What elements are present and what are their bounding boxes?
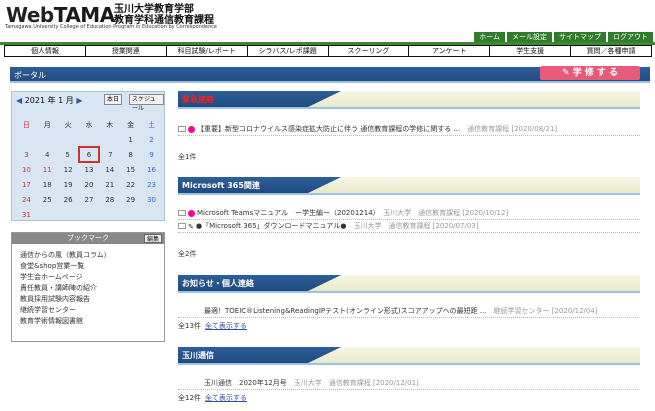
calendar-day[interactable]: 18: [37, 177, 58, 192]
section-tamagawa-tsushin: 玉川通信 玉川通信 2020年12月号 玉川大学 通信教育課程 [2020/12…: [178, 347, 640, 402]
section-count: 全13件 全て表示する: [178, 322, 247, 330]
bookmark-panel: ブックマーク 編集 通信からの風（教員コラム） 食堂&shop営業一覧 学生会ホ…: [11, 232, 165, 342]
calendar-day[interactable]: 25: [37, 192, 58, 207]
bookmark-item[interactable]: 学生会ホームページ: [20, 272, 111, 283]
calendar-day[interactable]: 9: [141, 147, 162, 162]
calendar-day-today[interactable]: 6: [77, 146, 101, 163]
bookmark-list: 通信からの風（教員コラム） 食堂&shop営業一覧 学生会ホームページ 責任教員…: [20, 250, 111, 327]
today-button[interactable]: 本日: [104, 94, 123, 105]
list-item[interactable]: Microsoft Teamsマニュアル ー学生編ー（20201214） 玉川大…: [178, 208, 640, 220]
menu-student-support[interactable]: 学生支援: [490, 46, 572, 56]
calendar-day[interactable]: 3: [16, 147, 37, 162]
gakushu-button[interactable]: ✎ 学 修 す る: [540, 66, 640, 80]
university-name: 玉川大学教育学部 教育学科通信教育課程: [114, 4, 214, 26]
section-title: Microsoft 365関連: [182, 181, 260, 190]
calendar-day[interactable]: 21: [99, 177, 120, 192]
calendar-day[interactable]: 12: [58, 162, 79, 177]
alert-icon: [188, 209, 195, 217]
menu-survey[interactable]: アンケート: [409, 46, 491, 56]
calendar-day[interactable]: 11: [37, 162, 58, 177]
calendar-day[interactable]: 15: [120, 162, 141, 177]
menu-exams-reports[interactable]: 科目試験/レポート: [166, 46, 248, 56]
bookmark-item[interactable]: 教育学術情報図書館: [20, 316, 111, 327]
calendar-day[interactable]: 7: [99, 147, 120, 162]
section-count: 全12件 全て表示する: [178, 394, 247, 402]
bookmark-item[interactable]: 責任教員・講師陣の紹介: [20, 283, 111, 294]
section-title: お知らせ・個人連絡: [182, 279, 254, 288]
menu-questions[interactable]: 質問／各種申請: [571, 46, 651, 56]
calendar-day[interactable]: 24: [16, 192, 37, 207]
section-title: 緊急連絡: [182, 95, 214, 104]
show-all-link[interactable]: 全て表示する: [205, 394, 247, 402]
calendar-day[interactable]: 31: [16, 207, 37, 222]
calendar-day[interactable]: 27: [79, 192, 100, 207]
bookmark-item[interactable]: 食堂&shop営業一覧: [20, 261, 111, 272]
section-title: 玉川通信: [182, 351, 214, 360]
calendar-day[interactable]: 4: [37, 147, 58, 162]
calendar-day[interactable]: 19: [58, 177, 79, 192]
menu-personal-info[interactable]: 個人情報: [5, 46, 86, 56]
envelope-icon: [178, 210, 186, 216]
alert-icon: [188, 125, 195, 133]
calendar-day[interactable]: 10: [16, 162, 37, 177]
list-item[interactable]: 最適！TOEIC®Listening&ReadingIPテスト(オンライン形式)…: [178, 306, 640, 318]
bookmark-item[interactable]: 教員採用試験内容報告: [20, 294, 111, 305]
section-notices: お知らせ・個人連絡 最適！TOEIC®Listening&ReadingIPテス…: [178, 275, 640, 330]
calendar-day[interactable]: 30: [141, 192, 162, 207]
calendar-day[interactable]: 17: [16, 177, 37, 192]
bookmark-item[interactable]: 継続学習センター: [20, 305, 111, 316]
calendar-day[interactable]: 22: [120, 177, 141, 192]
show-all-link[interactable]: 全て表示する: [205, 322, 247, 330]
schedule-button[interactable]: スケジュール: [129, 94, 164, 112]
prev-month-icon[interactable]: ◀: [16, 96, 22, 105]
list-item[interactable]: ✎ ●「Microsoft 365」ダウンロードマニュアル● 玉川大学 通信教育課…: [178, 221, 640, 233]
calendar-grid: 日月火水木金土 12 3456789 10 11 12 13 14 15 16 17 18 19…: [16, 117, 162, 222]
calendar-day[interactable]: 14: [99, 162, 120, 177]
calendar-day[interactable]: 1: [120, 132, 141, 147]
menu-courses[interactable]: 授業関連: [85, 46, 167, 56]
bookmark-edit-button[interactable]: 編集: [143, 234, 162, 243]
calendar: ◀ 2021 年 1 月 ▶ 本日 スケジュール 日月火水木金土 12 3456…: [11, 91, 165, 221]
header: WebTAMA 玉川大学教育学部 教育学科通信教育課程 Tamagawa Univ…: [0, 0, 655, 33]
bookmark-title: ブックマーク: [12, 233, 164, 244]
bookmark-item[interactable]: 通信からの風（教員コラム）: [20, 250, 111, 261]
section-emergency: 緊急連絡 【重要】新型コロナウイルス感染症拡大防止に伴う 通信教育課程の学修に関…: [178, 91, 640, 161]
calendar-day[interactable]: 2: [141, 132, 162, 147]
university-subtitle: Tamagawa University College of Education…: [5, 24, 217, 30]
calendar-day[interactable]: 13: [79, 162, 100, 177]
envelope-icon: [178, 126, 186, 132]
calendar-day[interactable]: 5: [58, 147, 79, 162]
main-menu: 個人情報 授業関連 科目試験/レポート シラバス/レポ課題 スクーリング アンケ…: [4, 45, 652, 57]
list-item[interactable]: 【重要】新型コロナウイルス感染症拡大防止に伴う 通信教育課程の学修に関する ..…: [178, 124, 640, 136]
envelope-icon: [178, 223, 186, 229]
section-microsoft365: Microsoft 365関連 Microsoft Teamsマニュアル ー学生…: [178, 177, 640, 258]
pencil-icon: ✎: [188, 223, 194, 231]
section-count: 全2件: [178, 250, 197, 258]
calendar-day[interactable]: 8: [120, 147, 141, 162]
calendar-day[interactable]: 29: [120, 192, 141, 207]
next-month-icon[interactable]: ▶: [76, 96, 82, 105]
calendar-day[interactable]: 28: [99, 192, 120, 207]
menu-schooling[interactable]: スクーリング: [328, 46, 410, 56]
pencil-icon: ✎: [561, 68, 573, 78]
calendar-day[interactable]: 16: [141, 162, 162, 177]
calendar-day[interactable]: 20: [79, 177, 100, 192]
list-item[interactable]: 玉川通信 2020年12月号 玉川大学 通信教育課程 [2020/12/01]: [178, 378, 640, 390]
calendar-month: 2021 年 1 月: [24, 96, 74, 105]
section-count: 全1件: [178, 153, 197, 161]
calendar-day[interactable]: 23: [141, 177, 162, 192]
calendar-day[interactable]: 26: [58, 192, 79, 207]
menu-syllabus[interactable]: シラバス/レポ課題: [247, 46, 329, 56]
